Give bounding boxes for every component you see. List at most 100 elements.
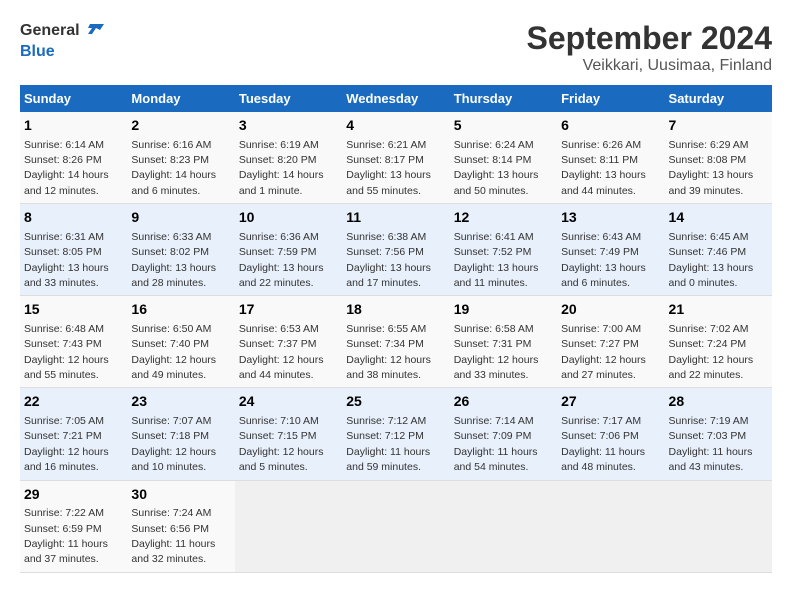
daylight-info: Daylight: 13 hours and 33 minutes. <box>24 262 109 289</box>
table-row: 1 Sunrise: 6:14 AM Sunset: 8:26 PM Dayli… <box>20 112 127 204</box>
sunset-info: Sunset: 8:11 PM <box>561 154 638 166</box>
table-row: 8 Sunrise: 6:31 AM Sunset: 8:05 PM Dayli… <box>20 204 127 296</box>
sunset-info: Sunset: 8:17 PM <box>346 154 424 166</box>
table-row: 14 Sunrise: 6:45 AM Sunset: 7:46 PM Dayl… <box>665 204 772 296</box>
sunrise-info: Sunrise: 6:21 AM <box>346 139 426 151</box>
table-row: 25 Sunrise: 7:12 AM Sunset: 7:12 PM Dayl… <box>342 388 449 480</box>
sunrise-info: Sunrise: 7:24 AM <box>131 507 211 519</box>
header-sunday: Sunday <box>20 85 127 112</box>
sunset-info: Sunset: 8:26 PM <box>24 154 102 166</box>
table-row <box>557 480 664 572</box>
table-row: 3 Sunrise: 6:19 AM Sunset: 8:20 PM Dayli… <box>235 112 342 204</box>
table-row <box>235 480 342 572</box>
daylight-info: Daylight: 12 hours and 44 minutes. <box>239 354 324 381</box>
daylight-info: Daylight: 11 hours and 37 minutes. <box>24 538 108 565</box>
sunrise-info: Sunrise: 6:26 AM <box>561 139 641 151</box>
sunrise-info: Sunrise: 6:24 AM <box>454 139 534 151</box>
sunset-info: Sunset: 7:06 PM <box>561 430 639 442</box>
daylight-info: Daylight: 13 hours and 44 minutes. <box>561 169 646 196</box>
day-number: 19 <box>454 300 553 320</box>
daylight-info: Daylight: 14 hours and 1 minute. <box>239 169 324 196</box>
sunrise-info: Sunrise: 6:50 AM <box>131 323 211 335</box>
table-row: 9 Sunrise: 6:33 AM Sunset: 8:02 PM Dayli… <box>127 204 234 296</box>
table-row: 12 Sunrise: 6:41 AM Sunset: 7:52 PM Dayl… <box>450 204 557 296</box>
sunset-info: Sunset: 7:52 PM <box>454 246 532 258</box>
sunset-info: Sunset: 8:23 PM <box>131 154 209 166</box>
sunrise-info: Sunrise: 6:58 AM <box>454 323 534 335</box>
title-block: September 2024 Veikkari, Uusimaa, Finlan… <box>527 20 772 75</box>
sunrise-info: Sunrise: 7:19 AM <box>669 415 749 427</box>
table-row: 15 Sunrise: 6:48 AM Sunset: 7:43 PM Dayl… <box>20 296 127 388</box>
calendar-week-row: 8 Sunrise: 6:31 AM Sunset: 8:05 PM Dayli… <box>20 204 772 296</box>
table-row <box>665 480 772 572</box>
day-number: 28 <box>669 392 768 412</box>
calendar-title: September 2024 <box>527 20 772 57</box>
sunset-info: Sunset: 7:09 PM <box>454 430 532 442</box>
day-number: 14 <box>669 208 768 228</box>
table-row: 29 Sunrise: 7:22 AM Sunset: 6:59 PM Dayl… <box>20 480 127 572</box>
daylight-info: Daylight: 13 hours and 28 minutes. <box>131 262 216 289</box>
day-number: 11 <box>346 208 445 228</box>
sunrise-info: Sunrise: 6:31 AM <box>24 231 104 243</box>
sunrise-info: Sunrise: 7:07 AM <box>131 415 211 427</box>
sunset-info: Sunset: 7:31 PM <box>454 338 532 350</box>
day-number: 30 <box>131 485 230 505</box>
table-row: 2 Sunrise: 6:16 AM Sunset: 8:23 PM Dayli… <box>127 112 234 204</box>
table-row <box>450 480 557 572</box>
day-number: 23 <box>131 392 230 412</box>
daylight-info: Daylight: 13 hours and 22 minutes. <box>239 262 324 289</box>
table-row: 30 Sunrise: 7:24 AM Sunset: 6:56 PM Dayl… <box>127 480 234 572</box>
daylight-info: Daylight: 13 hours and 55 minutes. <box>346 169 431 196</box>
day-number: 25 <box>346 392 445 412</box>
day-number: 18 <box>346 300 445 320</box>
sunrise-info: Sunrise: 7:00 AM <box>561 323 641 335</box>
sunset-info: Sunset: 6:56 PM <box>131 523 209 535</box>
table-row <box>342 480 449 572</box>
sunrise-info: Sunrise: 7:05 AM <box>24 415 104 427</box>
daylight-info: Daylight: 11 hours and 32 minutes. <box>131 538 215 565</box>
sunset-info: Sunset: 8:14 PM <box>454 154 532 166</box>
sunrise-info: Sunrise: 6:29 AM <box>669 139 749 151</box>
day-number: 22 <box>24 392 123 412</box>
sunset-info: Sunset: 6:59 PM <box>24 523 102 535</box>
table-row: 17 Sunrise: 6:53 AM Sunset: 7:37 PM Dayl… <box>235 296 342 388</box>
sunset-info: Sunset: 7:27 PM <box>561 338 639 350</box>
header-saturday: Saturday <box>665 85 772 112</box>
sunrise-info: Sunrise: 6:53 AM <box>239 323 319 335</box>
header-thursday: Thursday <box>450 85 557 112</box>
table-row: 27 Sunrise: 7:17 AM Sunset: 7:06 PM Dayl… <box>557 388 664 480</box>
sunset-info: Sunset: 7:56 PM <box>346 246 424 258</box>
calendar-header-row: Sunday Monday Tuesday Wednesday Thursday… <box>20 85 772 112</box>
sunset-info: Sunset: 8:02 PM <box>131 246 209 258</box>
day-number: 26 <box>454 392 553 412</box>
daylight-info: Daylight: 11 hours and 48 minutes. <box>561 446 645 473</box>
daylight-info: Daylight: 13 hours and 6 minutes. <box>561 262 646 289</box>
day-number: 15 <box>24 300 123 320</box>
sunrise-info: Sunrise: 7:02 AM <box>669 323 749 335</box>
calendar-table: Sunday Monday Tuesday Wednesday Thursday… <box>20 85 772 573</box>
daylight-info: Daylight: 14 hours and 6 minutes. <box>131 169 216 196</box>
daylight-info: Daylight: 12 hours and 5 minutes. <box>239 446 324 473</box>
day-number: 16 <box>131 300 230 320</box>
sunset-info: Sunset: 7:59 PM <box>239 246 317 258</box>
sunrise-info: Sunrise: 7:12 AM <box>346 415 426 427</box>
sunrise-info: Sunrise: 7:17 AM <box>561 415 641 427</box>
calendar-week-row: 15 Sunrise: 6:48 AM Sunset: 7:43 PM Dayl… <box>20 296 772 388</box>
table-row: 18 Sunrise: 6:55 AM Sunset: 7:34 PM Dayl… <box>342 296 449 388</box>
table-row: 22 Sunrise: 7:05 AM Sunset: 7:21 PM Dayl… <box>20 388 127 480</box>
day-number: 10 <box>239 208 338 228</box>
table-row: 13 Sunrise: 6:43 AM Sunset: 7:49 PM Dayl… <box>557 204 664 296</box>
day-number: 20 <box>561 300 660 320</box>
sunrise-info: Sunrise: 6:38 AM <box>346 231 426 243</box>
sunrise-info: Sunrise: 6:14 AM <box>24 139 104 151</box>
logo-bird-icon <box>82 20 104 42</box>
table-row: 11 Sunrise: 6:38 AM Sunset: 7:56 PM Dayl… <box>342 204 449 296</box>
sunset-info: Sunset: 7:12 PM <box>346 430 424 442</box>
table-row: 21 Sunrise: 7:02 AM Sunset: 7:24 PM Dayl… <box>665 296 772 388</box>
day-number: 12 <box>454 208 553 228</box>
daylight-info: Daylight: 11 hours and 43 minutes. <box>669 446 753 473</box>
daylight-info: Daylight: 12 hours and 38 minutes. <box>346 354 431 381</box>
sunset-info: Sunset: 7:18 PM <box>131 430 209 442</box>
sunset-info: Sunset: 7:24 PM <box>669 338 747 350</box>
sunset-info: Sunset: 7:03 PM <box>669 430 747 442</box>
